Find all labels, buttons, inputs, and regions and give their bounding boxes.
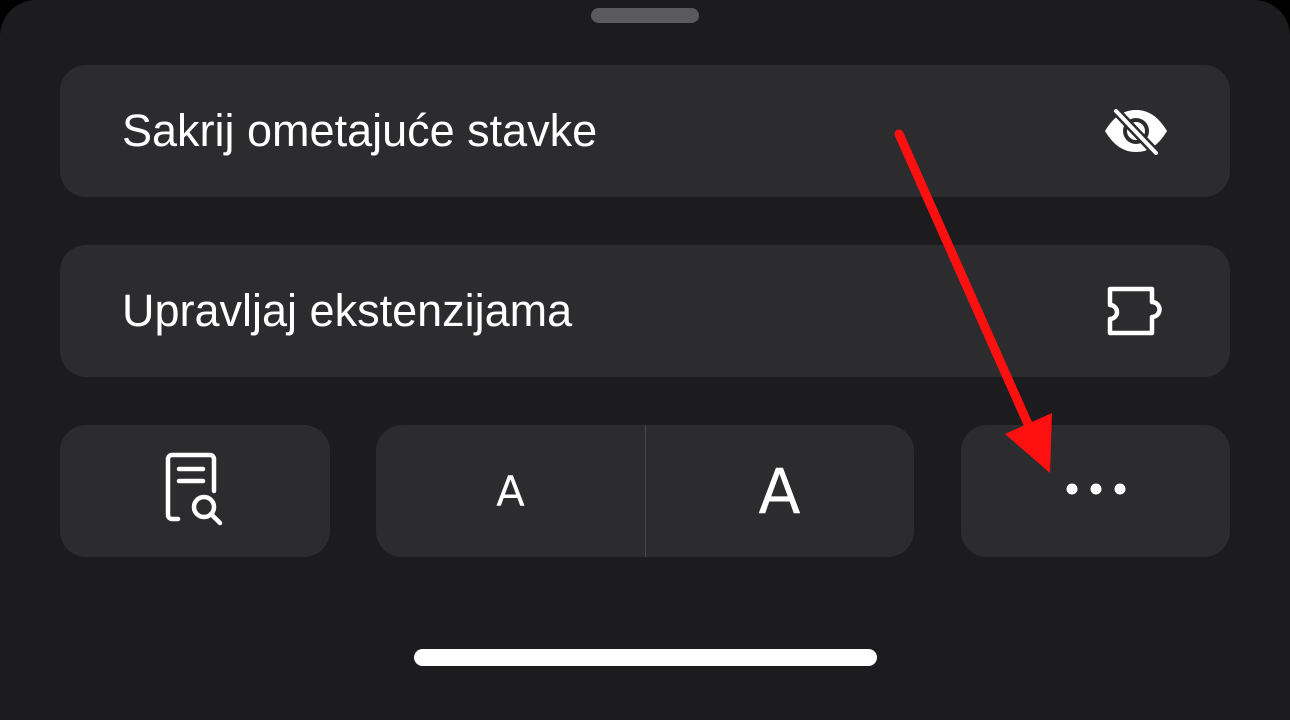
hide-distracting-items-label: Sakrij ometajuće stavke (122, 105, 598, 156)
manage-extensions-label: Upravljaj ekstenzijama (122, 285, 573, 336)
increase-font-label: A (758, 454, 801, 528)
hide-distracting-items-button[interactable]: Sakrij ometajuće stavke (60, 65, 1230, 197)
manage-extensions-button[interactable]: Upravljaj ekstenzijama (60, 245, 1230, 377)
puzzle-piece-icon (1104, 286, 1170, 336)
decrease-font-label: A (496, 466, 525, 516)
home-indicator (414, 649, 877, 666)
reader-view-button[interactable] (60, 425, 330, 557)
sheet-grabber[interactable] (591, 8, 699, 23)
eye-slash-icon (1102, 107, 1170, 155)
decrease-font-button[interactable]: A (376, 425, 645, 557)
more-button[interactable] (961, 425, 1230, 557)
font-size-control: A A (376, 425, 914, 557)
bottom-sheet: Sakrij ometajuće stavke Upravljaj eksten… (0, 0, 1290, 720)
increase-font-button[interactable]: A (645, 425, 914, 557)
document-search-icon (164, 451, 226, 532)
ellipsis-icon (1065, 482, 1127, 501)
